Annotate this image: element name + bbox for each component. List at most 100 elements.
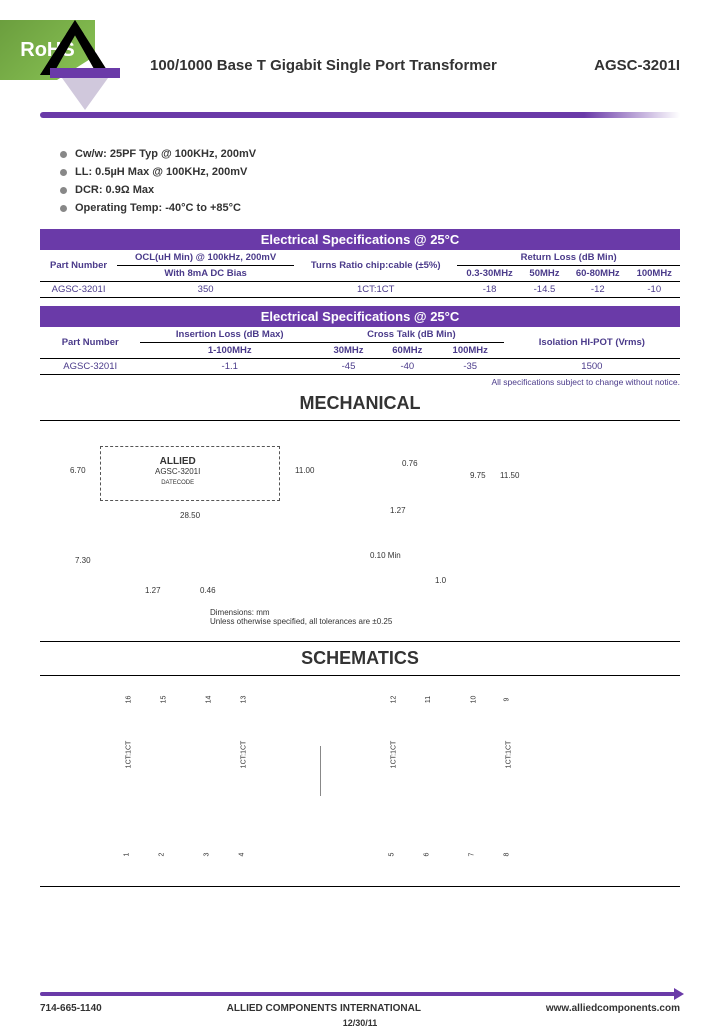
dim-label: 6.70	[70, 466, 86, 475]
dim-label: 1.0	[435, 576, 446, 585]
pin-label: 11	[425, 696, 432, 703]
pin-label: 10	[470, 696, 477, 704]
cell: -35	[437, 359, 504, 375]
cell: -1.1	[140, 359, 319, 375]
header-divider	[40, 112, 680, 118]
cell: 350	[117, 282, 294, 298]
transformer-label: 1CT:1CT	[125, 741, 132, 769]
bullet-icon	[60, 205, 67, 212]
divider	[40, 886, 680, 887]
transformer-label: 1CT:1CT	[505, 741, 512, 769]
dim-label: 9.75	[470, 471, 486, 480]
col-ct-3: 100MHz	[437, 343, 504, 359]
bullet-icon	[60, 187, 67, 194]
cell: -10	[629, 282, 681, 298]
document-title: 100/1000 Base T Gigabit Single Port Tran…	[150, 57, 497, 74]
pin-label: 15	[160, 696, 167, 704]
electrical-table-1: Electrical Specifications @ 25°C Part Nu…	[40, 229, 680, 298]
transformer-label: 1CT:1CT	[390, 741, 397, 769]
cell: -12	[567, 282, 628, 298]
spec-item: LL: 0.5µH Max @ 100KHz, 200mV	[60, 166, 720, 178]
col-rl-3: 60-80MHz	[567, 266, 628, 282]
dim-label: 1.27	[145, 586, 161, 595]
part-number-heading: AGSC-3201I	[594, 57, 680, 74]
col-turns: Turns Ratio chip:cable (±5%)	[294, 250, 457, 282]
footer-date: 12/30/11	[0, 1018, 720, 1028]
schematics-heading: SCHEMATICS	[0, 648, 720, 669]
table-header-bar: Electrical Specifications @ 25°C	[40, 306, 680, 327]
dim-label: 0.10 Min	[370, 551, 401, 560]
cell: AGSC-3201I	[40, 359, 140, 375]
pin-label: 13	[240, 696, 247, 704]
spec-text: LL: 0.5µH Max @ 100KHz, 200mV	[75, 166, 247, 178]
footer-arrow-bar	[40, 992, 680, 996]
cell: 1500	[504, 359, 680, 375]
col-rl-4: 100MHz	[629, 266, 681, 282]
table-header-bar: Electrical Specifications @ 25°C	[40, 229, 680, 250]
pin-label: 5	[388, 853, 395, 857]
dim-label: 1.27	[390, 506, 406, 515]
cell: 1CT:1CT	[294, 282, 457, 298]
company-logo	[40, 20, 130, 110]
mechanical-note: Dimensions: mm Unless otherwise specifie…	[210, 608, 392, 626]
pin-label: 4	[238, 853, 245, 857]
divider	[40, 675, 680, 676]
dim-label: 11.50	[500, 471, 519, 480]
drawing-brand-label: ALLIED AGSC-3201I DATECODE	[155, 456, 200, 486]
dim-label: 0.46	[200, 586, 216, 595]
pin-label: 12	[390, 696, 397, 704]
mechanical-heading: MECHANICAL	[0, 393, 720, 414]
col-ocl-sub: With 8mA DC Bias	[117, 266, 294, 282]
pin-label: 8	[503, 853, 510, 857]
schematic-diagram: 16 15 14 13 12 11 10 9 1CT:1CT 1CT:1CT 1…	[40, 686, 680, 876]
divider	[40, 420, 680, 421]
pin-label: 14	[205, 696, 212, 704]
col-return-loss: Return Loss (dB Min)	[457, 250, 680, 266]
col-crosstalk: Cross Talk (dB Min)	[319, 327, 504, 343]
bullet-icon	[60, 151, 67, 158]
footer-phone: 714-665-1140	[40, 1003, 102, 1014]
dim-label: 7.30	[75, 556, 91, 565]
col-rl-2: 50MHz	[522, 266, 567, 282]
electrical-table-2: Electrical Specifications @ 25°C Part Nu…	[40, 306, 680, 375]
table-row: AGSC-3201I -1.1 -45 -40 -35 1500	[40, 359, 680, 375]
pin-label: 1	[123, 853, 130, 857]
pin-label: 7	[468, 853, 475, 857]
pin-label: 3	[203, 853, 210, 857]
bullet-icon	[60, 169, 67, 176]
table-footnote: All specifications subject to change wit…	[0, 377, 680, 387]
footer-company: ALLIED COMPONENTS INTERNATIONAL	[227, 1003, 421, 1014]
col-rl-1: 0.3-30MHz	[457, 266, 522, 282]
spec-text: Cw/w: 25PF Typ @ 100KHz, 200mV	[75, 148, 256, 160]
pin-label: 6	[423, 853, 430, 857]
divider	[40, 641, 680, 642]
transformer-label: 1CT:1CT	[240, 741, 247, 769]
col-il: Insertion Loss (dB Max)	[140, 327, 319, 343]
spec-item: Cw/w: 25PF Typ @ 100KHz, 200mV	[60, 148, 720, 160]
cell: -18	[457, 282, 522, 298]
footer-url: www.alliedcomponents.com	[546, 1003, 680, 1014]
cell: -14.5	[522, 282, 567, 298]
col-il-sub: 1-100MHz	[140, 343, 319, 359]
cell: AGSC-3201I	[40, 282, 117, 298]
col-ct-2: 60MHz	[378, 343, 437, 359]
key-specs-list: Cw/w: 25PF Typ @ 100KHz, 200mV LL: 0.5µH…	[60, 148, 720, 214]
col-iso: Isolation HI-POT (Vrms)	[504, 327, 680, 359]
footer-row: 714-665-1140 ALLIED COMPONENTS INTERNATI…	[40, 1003, 680, 1014]
header-row: 100/1000 Base T Gigabit Single Port Tran…	[0, 20, 720, 110]
col-part: Part Number	[40, 250, 117, 282]
spec-item: Operating Temp: -40°C to +85°C	[60, 202, 720, 214]
spec-item: DCR: 0.9Ω Max	[60, 184, 720, 196]
col-part: Part Number	[40, 327, 140, 359]
spec-text: Operating Temp: -40°C to +85°C	[75, 202, 241, 214]
pin-label: 9	[503, 698, 510, 702]
pin-label: 2	[158, 853, 165, 857]
table-row: AGSC-3201I 350 1CT:1CT -18 -14.5 -12 -10	[40, 282, 680, 298]
dim-label: 0.76	[402, 459, 418, 468]
cell: -40	[378, 359, 437, 375]
col-ct-1: 30MHz	[319, 343, 378, 359]
mechanical-drawing: ALLIED AGSC-3201I DATECODE 6.70 11.00 0.…	[40, 431, 680, 631]
col-ocl: OCL(uH Min) @ 100kHz, 200mV	[117, 250, 294, 266]
dim-label: 11.00	[295, 466, 314, 475]
pin-label: 16	[125, 696, 132, 704]
